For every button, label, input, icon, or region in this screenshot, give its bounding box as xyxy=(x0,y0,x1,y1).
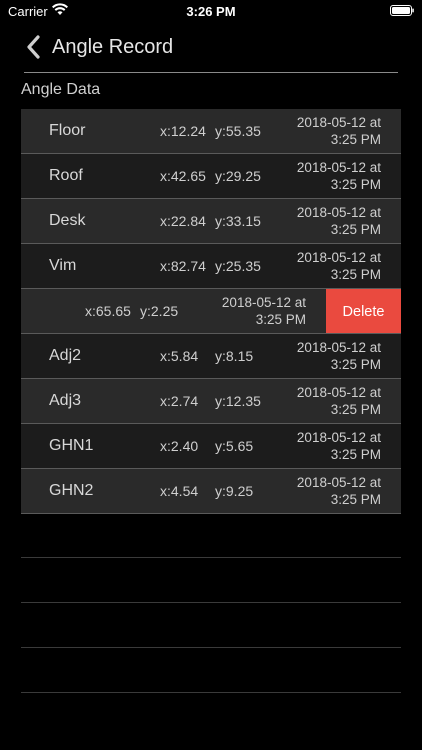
table-row[interactable]: Desk x:22.84 y:33.15 2018-05-12 at 3:25 … xyxy=(21,199,401,244)
record-name: Adj2 xyxy=(49,347,82,364)
record-date: 2018-05-12 at xyxy=(296,385,381,400)
record-time: 3:25 PM xyxy=(330,492,381,507)
status-time: 3:26 PM xyxy=(186,4,236,19)
record-date: 2018-05-12 at xyxy=(296,160,381,175)
empty-row-separator xyxy=(21,602,401,603)
battery-icon xyxy=(390,5,414,16)
record-y: y:12.35 xyxy=(215,393,261,409)
record-x: x:82.74 xyxy=(160,258,206,274)
record-date: 2018-05-12 at xyxy=(296,205,381,220)
record-y: y:29.25 xyxy=(215,168,261,184)
record-timestamp: 2018-05-12 at 3:25 PM xyxy=(297,384,381,418)
record-timestamp: 2018-05-12 at 3:25 PM xyxy=(297,429,381,463)
table-row-swiped[interactable]: x:65.65 y:2.25 2018-05-12 at 3:25 PM Del… xyxy=(21,289,401,334)
table-row[interactable]: Roof x:42.65 y:29.25 2018-05-12 at 3:25 … xyxy=(21,154,401,199)
record-y: y:5.65 xyxy=(215,438,254,454)
record-time: 3:25 PM xyxy=(330,447,381,462)
record-date: 2018-05-12 at xyxy=(296,430,381,445)
record-timestamp: 2018-05-12 at 3:25 PM xyxy=(297,159,381,193)
record-name: Adj3 xyxy=(49,392,82,409)
record-y: y:9.25 xyxy=(215,483,254,499)
record-x: x:2.74 xyxy=(160,393,199,409)
record-name: GHN2 xyxy=(49,482,94,499)
table-row[interactable]: Adj3 x:2.74 y:12.35 2018-05-12 at 3:25 P… xyxy=(21,379,401,424)
record-timestamp: 2018-05-12 at 3:25 PM xyxy=(222,294,306,328)
record-name: Vim xyxy=(49,257,77,274)
record-date: 2018-05-12 at xyxy=(296,115,381,130)
section-header: Angle Data xyxy=(21,81,101,98)
table-row[interactable]: GHN1 x:2.40 y:5.65 2018-05-12 at 3:25 PM xyxy=(21,424,401,469)
record-time: 3:25 PM xyxy=(330,267,381,282)
record-date: 2018-05-12 at xyxy=(296,340,381,355)
empty-row-separator xyxy=(21,647,401,648)
record-x: x:5.84 xyxy=(160,348,199,364)
delete-button[interactable]: Delete xyxy=(326,289,401,333)
record-name: Roof xyxy=(49,167,83,184)
record-x: x:22.84 xyxy=(160,213,206,229)
page-title: Angle Record xyxy=(52,35,174,58)
record-timestamp: 2018-05-12 at 3:25 PM xyxy=(297,204,381,238)
record-date: 2018-05-12 at xyxy=(296,475,381,490)
swiped-row-content[interactable]: x:65.65 y:2.25 2018-05-12 at 3:25 PM xyxy=(21,289,326,333)
table-row[interactable]: Vim x:82.74 y:25.35 2018-05-12 at 3:25 P… xyxy=(21,244,401,289)
table-row[interactable]: Adj2 x:5.84 y:8.15 2018-05-12 at 3:25 PM xyxy=(21,334,401,379)
record-y: y:33.15 xyxy=(215,213,261,229)
record-time: 3:25 PM xyxy=(330,357,381,372)
record-name: GHN1 xyxy=(49,437,94,454)
record-time: 3:25 PM xyxy=(330,132,381,147)
record-x: x:42.65 xyxy=(160,168,206,184)
back-button[interactable]: Angle Record xyxy=(26,32,173,62)
record-timestamp: 2018-05-12 at 3:25 PM xyxy=(297,339,381,373)
record-time: 3:25 PM xyxy=(330,402,381,417)
empty-row-separator xyxy=(21,557,401,558)
record-y: y:8.15 xyxy=(215,348,254,364)
record-timestamp: 2018-05-12 at 3:25 PM xyxy=(297,474,381,508)
angle-record-table: Floor x:12.24 y:55.35 2018-05-12 at 3:25… xyxy=(21,109,401,514)
record-x: x:12.24 xyxy=(160,123,206,139)
chevron-left-icon xyxy=(27,35,40,59)
record-name: Floor xyxy=(49,122,86,139)
record-date: 2018-05-12 at xyxy=(296,250,381,265)
record-x: x:65.65 xyxy=(85,303,131,319)
record-y: y:55.35 xyxy=(215,123,261,139)
record-timestamp: 2018-05-12 at 3:25 PM xyxy=(297,114,381,148)
record-x: x:4.54 xyxy=(160,483,199,499)
record-time: 3:25 PM xyxy=(330,222,381,237)
record-time: 3:25 PM xyxy=(330,177,381,192)
table-row[interactable]: GHN2 x:4.54 y:9.25 2018-05-12 at 3:25 PM xyxy=(21,469,401,514)
table-row[interactable]: Floor x:12.24 y:55.35 2018-05-12 at 3:25… xyxy=(21,109,401,154)
empty-row-separator xyxy=(21,692,401,693)
status-bar: Carrier 3:26 PM xyxy=(0,0,422,22)
nav-divider xyxy=(24,72,398,73)
record-timestamp: 2018-05-12 at 3:25 PM xyxy=(297,249,381,283)
navigation-bar: Angle Record xyxy=(0,22,422,72)
record-x: x:2.40 xyxy=(160,438,199,454)
record-y: y:25.35 xyxy=(215,258,261,274)
record-y: y:2.25 xyxy=(140,303,179,319)
record-date: 2018-05-12 at xyxy=(221,295,306,310)
record-name: Desk xyxy=(49,212,86,229)
record-time: 3:25 PM xyxy=(255,312,306,327)
